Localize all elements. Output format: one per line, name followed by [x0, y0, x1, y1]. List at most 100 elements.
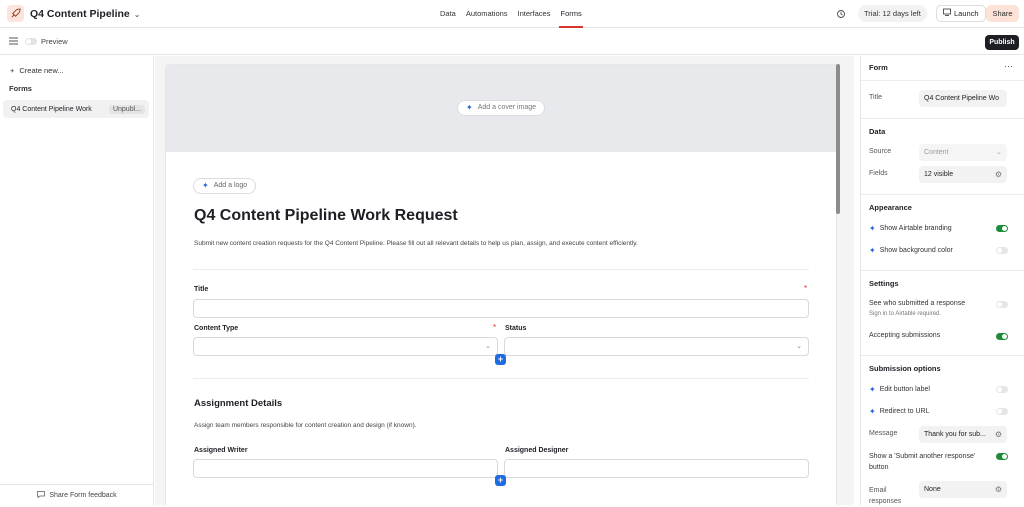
form-canvas: ✦ Add a cover image ✦ Add a logo Q4 Cont… [155, 56, 854, 505]
see-who-hint: Sign in to Airtable required. [869, 311, 942, 317]
publish-button[interactable]: Publish [985, 35, 1019, 50]
status-badge: Unpubl... [108, 104, 145, 114]
sparkle-icon: ✦ [466, 103, 473, 112]
field-label-title: Title [194, 286, 209, 293]
trial-badge[interactable]: Trial: 12 days left [858, 5, 927, 22]
chevron-down-icon: ⌄ [996, 149, 1002, 156]
section-title[interactable]: Assignment Details [194, 398, 282, 409]
accepting-toggle[interactable] [996, 333, 1008, 340]
tab-forms[interactable]: Forms [559, 0, 583, 28]
show-background-label: Show background color [879, 247, 953, 254]
show-branding-label: Show Airtable branding [879, 225, 952, 232]
form-card: ✦ Add a cover image ✦ Add a logo Q4 Cont… [165, 64, 837, 505]
more-icon[interactable]: ··· [1004, 61, 1013, 71]
data-section-title: Data [869, 127, 886, 136]
edit-button-row[interactable]: ✦ Edit button label [869, 385, 1009, 394]
tab-interfaces[interactable]: Interfaces [517, 0, 552, 28]
divider [861, 355, 1024, 356]
add-logo-button[interactable]: ✦ Add a logo [193, 178, 257, 194]
submit-another-label: Show a 'Submit another response' button [869, 453, 976, 471]
chevron-down-icon: ⌄ [133, 9, 141, 19]
divider [193, 269, 809, 270]
show-background-toggle[interactable] [996, 247, 1008, 254]
tab-data[interactable]: Data [439, 0, 457, 28]
forms-heading: Forms [9, 84, 32, 93]
form-title[interactable]: Q4 Content Pipeline Work Request [194, 207, 458, 225]
form-settings-panel: Form ··· Title Q4 Content Pipeline Wo Da… [860, 56, 1024, 505]
chevron-down-icon: ⌄ [485, 343, 491, 350]
share-feedback-button[interactable]: Share Form feedback [0, 484, 154, 505]
launch-icon [943, 6, 951, 21]
divider [861, 194, 1024, 195]
add-field-button[interactable]: + [495, 354, 506, 365]
sparkle-icon: ✦ [869, 224, 876, 233]
sparkle-icon: ✦ [869, 246, 876, 255]
divider [193, 378, 809, 379]
sidebar-item-form[interactable]: Q4 Content Pipeline Work Unpubl... [3, 100, 149, 118]
section-description[interactable]: Assign team members responsible for cont… [194, 422, 417, 429]
panel-title: Form [869, 63, 888, 72]
create-new-button[interactable]: + Create new... [10, 66, 64, 75]
share-button[interactable]: Share [986, 5, 1019, 22]
sparkle-icon: ✦ [869, 385, 876, 394]
add-cover-button[interactable]: ✦ Add a cover image [457, 100, 546, 116]
redirect-row[interactable]: ✦ Redirect to URL [869, 407, 1009, 416]
fields-value: 12 visible [924, 171, 954, 178]
tab-automations[interactable]: Automations [465, 0, 509, 28]
title-field[interactable] [193, 299, 809, 318]
redirect-toggle[interactable] [996, 408, 1008, 415]
see-who-label: See who submitted a response [869, 300, 966, 307]
history-icon[interactable] [834, 7, 848, 21]
sparkle-icon: ✦ [869, 407, 876, 416]
launch-label: Launch [954, 9, 979, 18]
show-background-row[interactable]: ✦ Show background color [869, 246, 1009, 255]
show-branding-row[interactable]: ✦ Show Airtable branding [869, 224, 1009, 233]
source-value: Content [924, 149, 949, 156]
panel-header: Form ··· [861, 56, 1024, 81]
cover-area: ✦ Add a cover image [166, 65, 836, 152]
top-bar: Q4 Content Pipeline ⌄ Data Automations I… [0, 0, 1024, 28]
see-who-toggle[interactable] [996, 301, 1008, 308]
feedback-icon [37, 490, 46, 500]
title-input[interactable]: Q4 Content Pipeline Wo [919, 90, 1007, 107]
field-label-content-type: Content Type [194, 325, 239, 332]
top-tabs: Data Automations Interfaces Forms [439, 0, 583, 28]
fields-select[interactable]: 12 visible ⚙ [919, 166, 1007, 183]
source-select[interactable]: Content ⌄ [919, 144, 1007, 161]
message-input[interactable]: Thank you for sub... ⚙ [919, 426, 1007, 443]
launch-button[interactable]: Launch [936, 5, 986, 22]
scrollbar[interactable] [836, 64, 840, 214]
app-title[interactable]: Q4 Content Pipeline ⌄ [30, 8, 140, 20]
submission-section-title: Submission options [869, 364, 941, 373]
divider [861, 270, 1024, 271]
rocket-icon[interactable] [7, 5, 24, 22]
accepting-label: Accepting submissions [869, 332, 941, 339]
assigned-writer-field[interactable] [193, 459, 498, 478]
field-label-assigned-designer: Assigned Designer [505, 447, 569, 454]
show-branding-toggle[interactable] [996, 225, 1008, 232]
gear-icon: ⚙ [994, 485, 1002, 494]
add-cover-label: Add a cover image [477, 104, 537, 111]
left-sidebar: + Create new... Forms Q4 Content Pipelin… [0, 56, 154, 505]
divider [861, 118, 1024, 119]
email-select[interactable]: None ⚙ [919, 481, 1007, 498]
add-field-button[interactable]: + [495, 475, 506, 486]
assigned-designer-field[interactable] [504, 459, 809, 478]
content-type-select[interactable]: ⌄ [193, 337, 498, 356]
title-label: Title [869, 94, 882, 101]
sub-bar: Preview [0, 28, 1024, 55]
message-value: Thank you for sub... [924, 431, 986, 438]
edit-button-toggle[interactable] [996, 386, 1008, 393]
status-select[interactable]: ⌄ [504, 337, 809, 356]
menu-icon[interactable] [9, 37, 18, 45]
chevron-down-icon: ⌄ [796, 343, 802, 350]
required-marker: * [493, 323, 497, 332]
preview-toggle[interactable] [25, 38, 37, 45]
add-logo-label: Add a logo [213, 182, 248, 189]
submit-another-toggle[interactable] [996, 453, 1008, 460]
email-value: None [924, 486, 941, 493]
feedback-label: Share Form feedback [49, 491, 117, 499]
create-new-label: Create new... [19, 66, 64, 75]
form-description[interactable]: Submit new content creation requests for… [194, 240, 638, 247]
app-title-label: Q4 Content Pipeline [30, 8, 130, 20]
